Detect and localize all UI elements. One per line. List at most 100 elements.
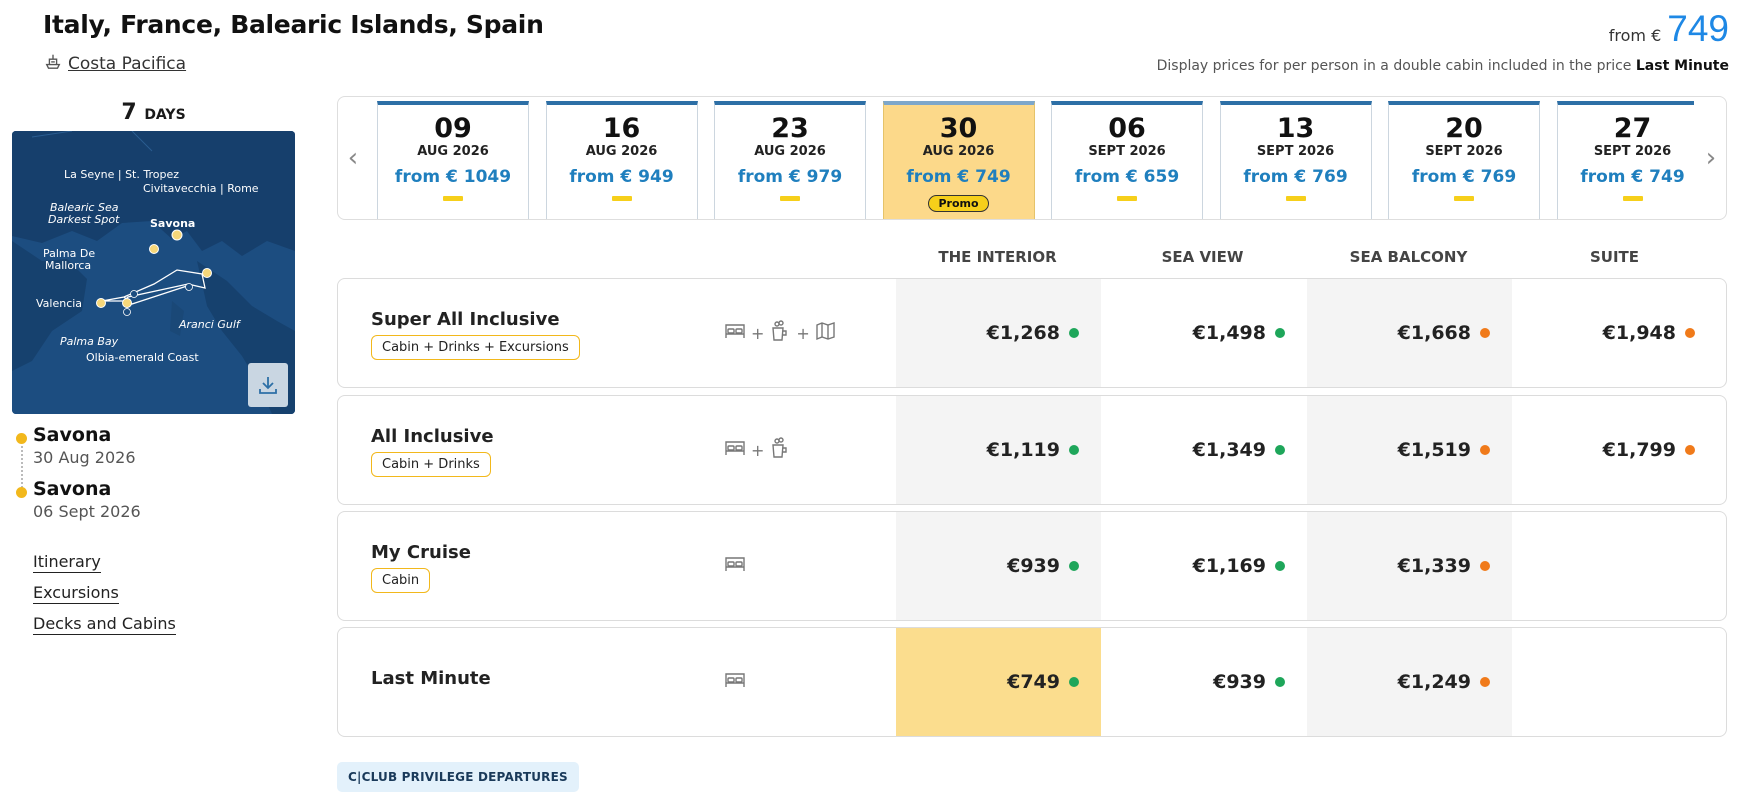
availability-dot: [1685, 445, 1695, 455]
price-cell[interactable]: €1,268: [896, 279, 1101, 387]
price-value: €939: [1213, 671, 1266, 693]
price-cell[interactable]: €1,339: [1307, 512, 1512, 620]
map-label: Valencia: [36, 297, 82, 310]
availability-dot: [1069, 445, 1079, 455]
date-day: 16: [602, 113, 641, 144]
duration: 7 DAYS: [12, 100, 295, 125]
date-day: 13: [1276, 113, 1315, 144]
bed-icon: [723, 436, 747, 464]
price-value: €1,519: [1397, 439, 1471, 461]
price-cell[interactable]: €1,668: [1307, 279, 1512, 387]
package-tag: Cabin: [371, 568, 431, 593]
map-label: Savona: [150, 217, 195, 230]
availability-dot: [1275, 328, 1285, 338]
price-cell[interactable]: €1,349: [1102, 396, 1307, 504]
date-day: 06: [1108, 113, 1146, 144]
price-cell[interactable]: €1,249: [1307, 628, 1512, 736]
port-date: 06 Sept 2026: [33, 502, 141, 521]
itinerary-map[interactable]: La Seyne | St. Tropez Civitavecchia | Ro…: [12, 131, 295, 414]
price-cell[interactable]: €1,799: [1512, 396, 1717, 504]
package-name: My Cruise: [371, 542, 471, 563]
date-card[interactable]: 13 SEPT 2026 from € 769: [1219, 101, 1372, 219]
date-card[interactable]: 09 AUG 2026 from € 1049: [377, 101, 529, 219]
price-cell[interactable]: €939: [1102, 628, 1307, 736]
drink-icon: [768, 436, 792, 464]
package-row: Super All Inclusive Cabin + Drinks + Excu…: [337, 278, 1727, 388]
date-price: from € 979: [737, 167, 843, 187]
date-card[interactable]: 16 AUG 2026 from € 949: [545, 101, 698, 219]
plus-sign: +: [751, 323, 765, 343]
date-price: from € 769: [1411, 167, 1517, 187]
price-value: €1,268: [986, 322, 1060, 344]
date-card[interactable]: 23 AUG 2026 from € 979: [714, 101, 866, 219]
map-label: La Seyne | St. Tropez: [64, 168, 179, 181]
date-day: 23: [771, 113, 809, 144]
availability-dot: [1275, 677, 1285, 687]
price-cell[interactable]: €1,498: [1102, 279, 1307, 387]
link-decks-and-cabins[interactable]: Decks and Cabins: [33, 614, 176, 635]
page-title: Italy, France, Balearic Islands, Spain: [43, 10, 544, 39]
next-dates-button[interactable]: ›: [1696, 97, 1726, 219]
club-privilege-badge[interactable]: C|CLUB PRIVILEGE DEPARTURES: [337, 762, 579, 792]
price-value: €1,948: [1602, 322, 1676, 344]
price-value: €749: [1007, 671, 1060, 693]
date-day: 27: [1613, 113, 1652, 144]
chevron-left-icon: ‹: [347, 143, 359, 173]
port-timeline: Savona 30 Aug 2026 Savona 06 Sept 2026: [16, 424, 141, 532]
date-list: 09 AUG 2026 from € 1049 16 AUG 2026 from € 94…: [376, 97, 1694, 219]
port-dot: [16, 487, 27, 498]
package-name: All Inclusive: [371, 426, 494, 447]
availability-dot: [1275, 561, 1285, 571]
link-itinerary[interactable]: Itinerary: [33, 552, 101, 573]
price-cell[interactable]: €1,519: [1307, 396, 1512, 504]
price-cell[interactable]: €1,948: [1512, 279, 1717, 387]
availability-dot: [1069, 328, 1079, 338]
package-name: Last Minute: [371, 668, 491, 689]
date-card[interactable]: 20 SEPT 2026 from € 769: [1388, 101, 1540, 219]
price-value: €1,349: [1192, 439, 1266, 461]
ship-link[interactable]: Costa Pacifica: [44, 52, 186, 75]
availability-dash: [611, 196, 632, 201]
price-cell[interactable]: €1,169: [1102, 512, 1307, 620]
price-cell[interactable]: €1,119: [896, 396, 1101, 504]
package-row: My Cruise Cabin €939 €1,169 €1,339: [337, 511, 1727, 621]
display-note: Display prices for per person in a doubl…: [1157, 58, 1729, 74]
price-cell[interactable]: €939: [896, 512, 1101, 620]
date-month: AUG 2026: [417, 144, 489, 159]
price-value: €939: [1007, 555, 1060, 577]
availability-dot: [1480, 677, 1490, 687]
availability-dash: [780, 196, 800, 201]
ship-icon: [44, 52, 62, 75]
port-date: 30 Aug 2026: [33, 448, 136, 467]
drink-icon: [768, 319, 792, 347]
date-card[interactable]: 06 SEPT 2026 from € 659: [1051, 101, 1203, 219]
package-row: All Inclusive Cabin + Drinks + €1,119 €1,349…: [337, 395, 1727, 505]
package-icons: [723, 668, 747, 696]
date-day: 20: [1445, 113, 1483, 144]
price-cell[interactable]: €749: [896, 628, 1101, 736]
date-price: from € 1049: [394, 167, 512, 187]
column-header-sea-balcony: SEA BALCONY: [1349, 248, 1468, 266]
map-label: Mallorca: [45, 259, 91, 272]
column-header-suite: SUITE: [1589, 248, 1640, 266]
link-excursions[interactable]: Excursions: [33, 583, 119, 604]
departure-date-carousel: ‹ 09 AUG 2026 from € 1049 16 AUG 2026 from € …: [337, 96, 1727, 220]
bed-icon: [723, 668, 747, 696]
date-card[interactable]: 27 SEPT 2026 from € 749: [1556, 101, 1694, 219]
port-name: Savona: [33, 478, 112, 500]
price-value: €1,339: [1397, 555, 1471, 577]
date-month: AUG 2026: [922, 144, 995, 159]
price-value: €1,498: [1192, 322, 1266, 344]
prev-dates-button[interactable]: ‹: [338, 97, 368, 219]
map-label: Aranci Gulf: [178, 318, 242, 331]
map-icon: [814, 319, 838, 347]
date-card[interactable]: 30 AUG 2026 from € 749 Promo: [882, 101, 1035, 219]
port-item: Savona 30 Aug 2026: [16, 424, 141, 478]
date-day: 30: [939, 113, 978, 144]
package-tag: Cabin + Drinks: [371, 452, 491, 477]
days-number: 7: [121, 100, 137, 125]
download-map-button[interactable]: [248, 363, 288, 407]
from-label: from €: [1608, 26, 1662, 45]
bed-icon: [723, 552, 747, 580]
from-price: from € 749: [1609, 8, 1729, 50]
